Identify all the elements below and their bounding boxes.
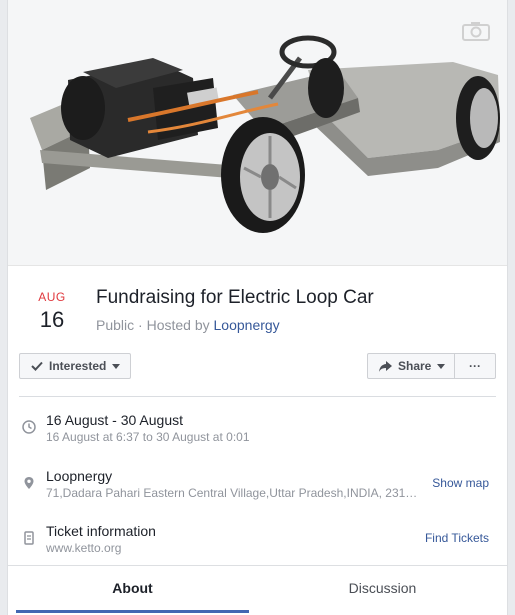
more-options-button[interactable]: ··· [454,353,496,379]
checkmark-icon [31,361,43,371]
host-link[interactable]: Loopnergy [214,317,280,333]
chevron-down-icon [112,363,121,369]
event-day: 16 [39,307,65,332]
show-map-link[interactable]: Show map [432,476,489,490]
location-name[interactable]: Loopnergy [46,468,112,484]
more-options-icon: ··· [469,359,481,373]
chevron-down-icon [437,363,446,369]
share-arrow-icon [379,360,392,372]
share-label: Share [398,359,432,373]
event-tickets-row: Ticket information www.ketto.org Find Ti… [8,521,507,561]
event-location-row: Loopnergy 71,Dadara Pahari Eastern Centr… [8,466,507,506]
event-card: AUG 16 Fundraising for Electric Loop Car… [7,0,508,615]
location-pin-icon [24,477,34,489]
share-button[interactable]: Share [367,353,455,379]
event-time-detail: 16 August at 6:37 to 30 August at 0:01 [46,430,250,444]
tab-discussion[interactable]: Discussion [266,566,499,610]
event-privacy: Public [96,317,135,333]
ticket-url[interactable]: www.ketto.org [46,541,121,555]
event-date-range: 16 August - 30 August [46,412,183,428]
ticket-info-label: Ticket information [46,523,156,539]
event-title: Fundraising for Electric Loop Car [96,287,374,308]
location-address: 71,Dadara Pahari Eastern Central Village… [46,486,418,500]
find-tickets-link[interactable]: Find Tickets [425,531,489,545]
event-cover-photo[interactable] [8,0,507,266]
tab-about[interactable]: About [16,566,249,613]
clock-icon [22,420,36,434]
event-tabs: About Discussion [8,565,507,615]
event-subtitle: Public · Hosted by Loopnergy [96,317,280,333]
change-cover-camera-icon[interactable] [461,20,491,42]
section-divider [19,396,496,397]
hosted-by-prefix: · Hosted by [138,317,210,333]
interested-label: Interested [49,359,107,373]
event-time-row: 16 August - 30 August 16 August at 6:37 … [8,410,507,450]
interested-button[interactable]: Interested [19,353,131,379]
event-date-badge: AUG 16 [32,290,72,333]
event-month: AUG [38,290,66,304]
ticket-icon [24,531,34,545]
electric-car-chassis-illustration [30,35,500,233]
